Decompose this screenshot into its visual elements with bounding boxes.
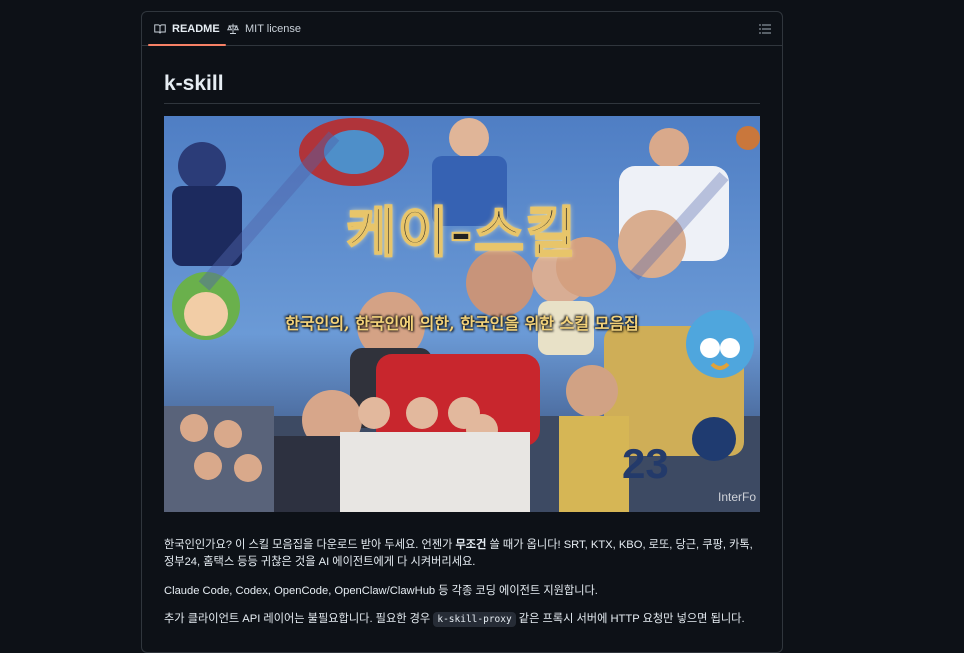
para1-line2: 정부24, 홈택스 등등 귀찮은 것을 AI 에이전트에게 다 시켜버리세요.: [164, 556, 476, 568]
readme-tab-bar: README MIT license: [142, 12, 782, 46]
readme-paragraph-1: 한국인인가요? 이 스킬 모음집을 다운로드 받아 두세요. 언젠가 무조건 쓸…: [164, 537, 760, 571]
para3-text-end: 같은 프록시 서버에 HTTP 요청만 넣으면 됩니다.: [515, 613, 745, 625]
readme-title: k-skill: [164, 46, 760, 104]
readme-paragraph-3: 추가 클라이언트 API 레이어는 불필요합니다. 필요한 경우 k-skill…: [164, 611, 760, 628]
readme-paragraph-2: Claude Code, Codex, OpenCode, OpenClaw/C…: [164, 585, 598, 597]
tab-readme-label: README: [172, 22, 220, 35]
hero-subtitle-text: 한국인의, 한국인에 의한, 한국인을 위한 스킬 모음집: [285, 314, 639, 333]
hero-title-text: 케이-스킬: [345, 199, 578, 265]
para1-strong: 무조건: [455, 539, 487, 551]
tab-license[interactable]: MIT license: [225, 12, 303, 45]
readme-panel: README MIT license k-skill 케이-스킬 한국인의, 한…: [141, 11, 783, 653]
proxy-code: k-skill-proxy: [433, 612, 516, 627]
tab-readme[interactable]: README: [148, 12, 226, 46]
hero-banner-image: 케이-스킬 한국인의, 한국인에 의한, 한국인을 위한 스킬 모음집 23 I…: [164, 116, 760, 512]
book-icon: [154, 23, 166, 34]
list-unordered-icon: [759, 24, 771, 34]
hero-watermark: InterFo: [717, 490, 756, 504]
para1-text-end: 쓸 때가 옵니다! SRT, KTX, KBO, 로또, 당근, 쿠팡, 카톡,: [486, 539, 753, 551]
outline-button[interactable]: [756, 20, 774, 38]
readme-content: k-skill 케이-스킬 한국인의, 한국인에 의한, 한국인을 위한 스킬 …: [164, 46, 760, 627]
para3-text-start: 추가 클라이언트 API 레이어는 불필요합니다. 필요한 경우: [164, 613, 434, 625]
scale-icon: [227, 23, 239, 34]
para1-text-start: 한국인인가요? 이 스킬 모음집을 다운로드 받아 두세요. 언젠가: [164, 539, 456, 551]
tab-license-label: MIT license: [245, 22, 302, 35]
hero-jersey-number: 23: [622, 440, 669, 487]
